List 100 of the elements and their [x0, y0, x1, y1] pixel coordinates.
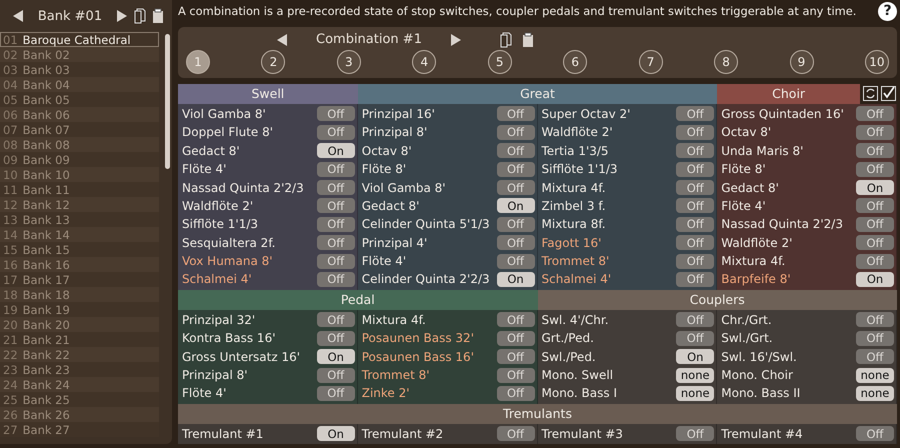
toggle-button[interactable]: Off — [316, 124, 355, 140]
bank-item[interactable]: 18 Bank 18 — [0, 287, 159, 302]
combination-slot[interactable]: 3 — [336, 50, 361, 74]
toggle-button[interactable]: Off — [316, 162, 355, 177]
toggle-button[interactable]: Off — [496, 124, 534, 140]
combination-slot[interactable]: 10 — [864, 50, 889, 74]
toggle-button[interactable]: On — [676, 349, 714, 364]
combination-slot[interactable]: 2 — [261, 50, 286, 74]
toggle-button[interactable]: Off — [676, 330, 714, 346]
toggle-button[interactable]: Off — [676, 254, 714, 269]
help-button[interactable]: ? — [878, 2, 897, 21]
previous-icon[interactable] — [276, 32, 288, 47]
toggle-button[interactable]: On — [496, 198, 534, 214]
toggle-button[interactable]: Off — [856, 312, 894, 328]
toggle-button[interactable]: Off — [856, 426, 894, 442]
select-button[interactable]: none — [856, 386, 894, 401]
select-button[interactable]: none — [676, 386, 714, 401]
combination-slot[interactable]: 7 — [638, 50, 663, 74]
bank-item[interactable]: 12 Bank 12 — [0, 197, 159, 212]
toggle-button[interactable]: Off — [316, 330, 355, 346]
toggle-button[interactable]: Off — [496, 216, 534, 232]
toggle-button[interactable]: Off — [496, 235, 534, 250]
toggle-button[interactable]: Off — [496, 312, 534, 328]
bank-item[interactable]: 26 Bank 26 — [0, 407, 159, 422]
combination-slot[interactable]: 9 — [790, 50, 814, 74]
combination-slot[interactable]: 4 — [412, 50, 436, 74]
copy-icon[interactable] — [134, 8, 146, 24]
toggle-button[interactable]: Off — [856, 198, 894, 214]
toggle-button[interactable]: Off — [496, 180, 534, 195]
toggle-button[interactable]: Off — [316, 216, 355, 232]
toggle-button[interactable]: Off — [496, 426, 534, 442]
toggle-button[interactable]: Off — [496, 368, 534, 383]
bank-item[interactable]: 06 Bank 06 — [0, 107, 159, 122]
toggle-button[interactable]: Off — [856, 162, 894, 177]
bank-item[interactable]: 04 Bank 04 — [0, 77, 159, 92]
bank-item[interactable]: 22 Bank 22 — [0, 347, 159, 362]
paste-icon[interactable] — [152, 8, 164, 24]
bank-item[interactable]: 16 Bank 16 — [0, 257, 159, 272]
previous-icon[interactable] — [12, 9, 24, 23]
combination-slot[interactable]: 6 — [563, 50, 588, 74]
toggle-button[interactable]: Off — [676, 143, 714, 158]
toggle-button[interactable]: Off — [856, 124, 894, 140]
toggle-button[interactable]: Off — [856, 216, 894, 232]
toggle-button[interactable]: Off — [856, 349, 894, 364]
toggle-button[interactable]: Off — [856, 235, 894, 250]
bank-item[interactable]: 14 Bank 14 — [0, 227, 159, 242]
toggle-button[interactable]: On — [496, 272, 534, 287]
bank-item[interactable]: 10 Bank 10 — [0, 167, 159, 182]
toggle-button[interactable]: Off — [316, 386, 355, 401]
toggle-button[interactable]: Off — [496, 330, 534, 346]
select-button[interactable]: none — [856, 368, 894, 383]
combination-slot[interactable]: 1 — [186, 50, 210, 74]
toggle-button[interactable]: Off — [856, 254, 894, 269]
toggle-button[interactable]: Off — [316, 106, 355, 122]
toggle-button[interactable]: Off — [316, 272, 355, 287]
reset-icon[interactable] — [863, 86, 878, 102]
next-icon[interactable] — [450, 32, 462, 47]
toggle-button[interactable]: Off — [676, 235, 714, 250]
scrollbar[interactable] — [165, 34, 170, 169]
copy-icon[interactable] — [500, 32, 512, 48]
toggle-button[interactable]: Off — [316, 198, 355, 214]
toggle-button[interactable]: On — [856, 272, 894, 287]
toggle-button[interactable]: Off — [496, 349, 534, 364]
bank-item[interactable]: 08 Bank 08 — [0, 137, 159, 152]
toggle-button[interactable]: Off — [496, 162, 534, 177]
toggle-button[interactable]: On — [316, 143, 355, 158]
toggle-button[interactable]: On — [316, 349, 355, 364]
toggle-button[interactable]: Off — [676, 216, 714, 232]
toggle-button[interactable]: Off — [856, 330, 894, 346]
toggle-button[interactable]: Off — [676, 198, 714, 214]
toggle-button[interactable]: Off — [676, 106, 714, 122]
toggle-button[interactable]: Off — [496, 106, 534, 122]
bank-item[interactable]: 01 Baroque Cathedral — [0, 32, 159, 47]
combination-slot[interactable]: 5 — [488, 50, 512, 74]
bank-item[interactable]: 02 Bank 02 — [0, 47, 159, 62]
toggle-button[interactable]: On — [856, 180, 894, 195]
bank-item[interactable]: 20 Bank 20 — [0, 317, 159, 332]
toggle-button[interactable]: Off — [676, 426, 714, 442]
toggle-button[interactable]: Off — [676, 124, 714, 140]
toggle-button[interactable]: Off — [316, 235, 355, 250]
toggle-button[interactable]: Off — [496, 143, 534, 158]
toggle-button[interactable]: Off — [676, 312, 714, 328]
toggle-button[interactable]: Off — [316, 254, 355, 269]
paste-icon[interactable] — [522, 32, 534, 48]
toggle-button[interactable]: Off — [496, 386, 534, 401]
toggle-button[interactable]: Off — [856, 106, 894, 122]
next-icon[interactable] — [116, 9, 128, 23]
toggle-button[interactable]: Off — [496, 254, 534, 269]
bank-item[interactable]: 24 Bank 24 — [0, 377, 159, 392]
combination-slot[interactable]: 8 — [714, 50, 738, 74]
toggle-button[interactable]: On — [316, 426, 355, 442]
toggle-button[interactable]: Off — [316, 368, 355, 383]
toggle-button[interactable]: Off — [676, 162, 714, 177]
checkbox-icon[interactable] — [881, 86, 896, 102]
select-button[interactable]: none — [676, 368, 714, 383]
toggle-button[interactable]: Off — [316, 180, 355, 195]
toggle-button[interactable]: Off — [316, 312, 355, 328]
toggle-button[interactable]: Off — [856, 143, 894, 158]
toggle-button[interactable]: Off — [676, 272, 714, 287]
toggle-button[interactable]: Off — [676, 180, 714, 195]
